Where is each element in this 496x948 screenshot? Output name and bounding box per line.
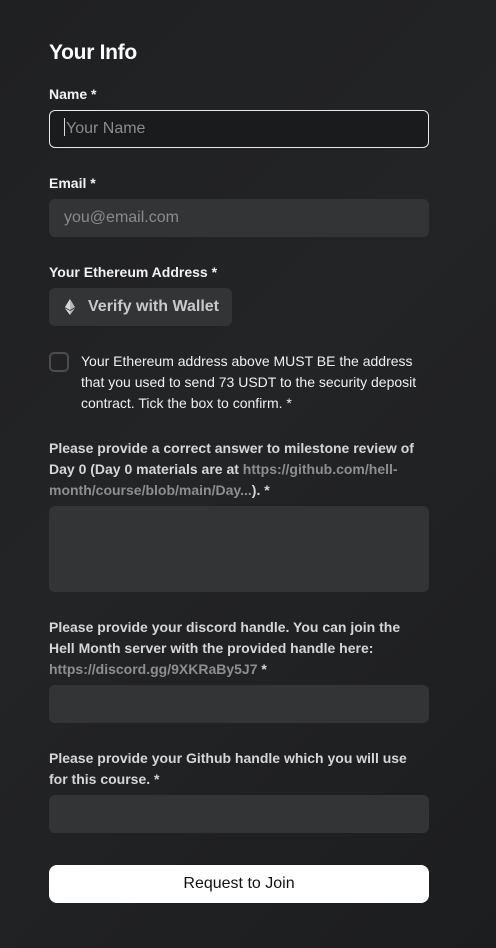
eth-address-label: Your Ethereum Address * [49,264,218,280]
email-label: Email * [49,175,96,191]
discord-question: Please provide your discord handle. You … [49,617,429,680]
confirm-checkbox[interactable] [49,352,69,372]
page-title: Your Info [49,41,137,64]
milestone-answer-textarea[interactable] [49,506,429,592]
discord-text-end: * [257,661,267,677]
milestone-question: Please provide a correct answer to miles… [49,438,429,501]
github-input[interactable] [49,795,429,833]
confirm-text: Your Ethereum address above MUST BE the … [81,353,417,411]
request-to-join-button[interactable]: Request to Join [49,865,429,903]
name-placeholder: Your Name [66,120,146,137]
name-label: Name * [49,86,97,102]
request-to-join-label: Request to Join [183,875,295,892]
verify-wallet-label: Verify with Wallet [88,298,219,315]
email-input[interactable]: you@email.com [49,199,429,237]
email-placeholder: you@email.com [64,209,179,226]
text-caret [64,118,65,137]
verify-wallet-button[interactable]: Verify with Wallet [49,288,232,326]
name-input[interactable]: Your Name [49,110,429,148]
ethereum-icon [65,299,75,315]
discord-text: Please provide your discord handle. You … [49,619,401,656]
discord-link[interactable]: https://discord.gg/9XKRaBy5J7 [49,661,258,677]
milestone-text-end: ). * [251,482,270,498]
github-question: Please provide your Github handle which … [49,750,407,787]
discord-input[interactable] [49,685,429,723]
